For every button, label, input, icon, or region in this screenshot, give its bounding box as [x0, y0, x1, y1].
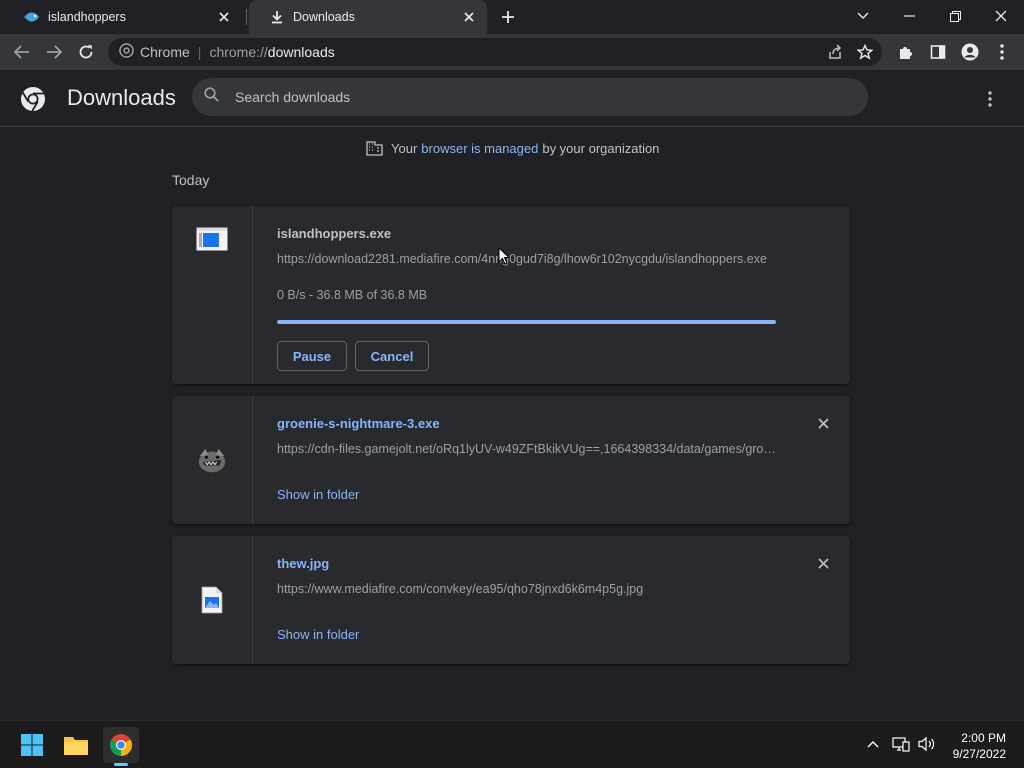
tab-separator — [246, 9, 247, 25]
download-item: islandhoppers.exe https://download2281.m… — [172, 206, 850, 384]
tab-strip: islandhoppers Downloads — [0, 0, 1024, 34]
origin-chip: Chrome — [140, 44, 190, 60]
url-host: downloads — [267, 44, 335, 60]
tab-islandhoppers[interactable]: islandhoppers — [4, 0, 242, 34]
network-icon[interactable] — [890, 733, 912, 755]
extensions-button[interactable] — [894, 40, 918, 64]
tab-title: Downloads — [293, 10, 355, 24]
restore-button[interactable] — [932, 0, 978, 32]
more-vert-icon — [988, 91, 992, 107]
image-file-icon — [196, 584, 228, 616]
side-panel-button[interactable] — [926, 40, 950, 64]
arrow-right-icon — [47, 45, 62, 59]
bookmark-star-icon[interactable] — [854, 41, 876, 63]
show-hidden-icons-button[interactable] — [862, 733, 884, 755]
remove-button[interactable] — [814, 414, 832, 432]
toolbar: Chrome | chrome:// downloads — [0, 34, 1024, 70]
windows-logo-icon — [21, 734, 43, 756]
system-clock[interactable]: 2:00 PM 9/27/2022 — [953, 730, 1006, 762]
close-icon — [817, 417, 829, 429]
cancel-button[interactable]: Cancel — [355, 341, 429, 371]
file-url[interactable]: https://cdn-files.gamejolt.net/oRq1lyUV-… — [277, 442, 777, 456]
search-input[interactable] — [233, 88, 837, 106]
file-name: islandhoppers.exe — [277, 226, 392, 241]
downloads-header: Downloads — [0, 70, 1024, 127]
chrome-icon — [119, 43, 134, 61]
file-name-link[interactable]: thew.jpg — [277, 556, 329, 571]
remove-button[interactable] — [814, 554, 832, 572]
managed-notice: Your browser is managed by your organiza… — [366, 140, 659, 156]
new-tab-button[interactable] — [498, 7, 518, 27]
pause-button[interactable]: Pause — [277, 341, 347, 371]
minimize-icon — [903, 15, 915, 17]
forward-button[interactable] — [42, 40, 66, 64]
chrome-taskbar-button[interactable] — [103, 727, 139, 763]
clock-date: 9/27/2022 — [952, 747, 1006, 761]
active-app-indicator — [114, 763, 128, 766]
minimize-button[interactable] — [886, 0, 932, 32]
date-heading: Today — [172, 172, 210, 188]
close-icon — [995, 10, 1007, 22]
file-name-link[interactable]: groenie-s-nightmare-3.exe — [277, 416, 440, 431]
file-url[interactable]: https://www.mediafire.com/convkey/ea95/q… — [277, 582, 777, 596]
plus-icon — [502, 11, 514, 23]
file-explorer-button[interactable] — [58, 727, 94, 763]
taskbar: 2:00 PM 9/27/2022 — [0, 720, 1024, 768]
download-progress-bar — [277, 320, 776, 324]
page-title: Downloads — [67, 85, 176, 110]
download-item: thew.jpg https://www.mediafire.com/convk… — [172, 536, 850, 664]
more-vert-icon — [1000, 44, 1004, 60]
reload-button[interactable] — [74, 40, 98, 64]
download-status: 0 B/s - 36.8 MB of 36.8 MB — [277, 288, 428, 302]
chrome-logo-icon — [20, 86, 46, 112]
more-actions-button[interactable] — [980, 88, 1000, 110]
search-icon — [204, 87, 219, 107]
clock-time: 2:00 PM — [961, 731, 1006, 745]
url-scheme: chrome:// — [209, 44, 268, 60]
browser-managed-link[interactable]: browser is managed — [421, 141, 538, 156]
folder-icon — [64, 737, 88, 755]
progress-fill — [277, 320, 776, 324]
restore-icon — [949, 10, 961, 22]
show-in-folder-link[interactable]: Show in folder — [277, 627, 359, 642]
profile-button[interactable] — [958, 40, 982, 64]
close-window-button[interactable] — [978, 0, 1024, 32]
download-icon — [269, 9, 285, 25]
tab-title: islandhoppers — [48, 10, 126, 24]
managed-text-before: Your — [391, 140, 418, 156]
volume-icon[interactable] — [916, 733, 938, 755]
building-icon — [366, 140, 383, 156]
address-bar[interactable]: Chrome | chrome:// downloads — [108, 38, 882, 66]
chevron-up-icon — [867, 741, 879, 748]
show-in-folder-link[interactable]: Show in folder — [277, 487, 359, 502]
file-url[interactable]: https://download2281.mediafire.com/4nng0… — [277, 252, 777, 266]
puzzle-icon — [900, 47, 912, 59]
tab-downloads[interactable]: Downloads — [249, 0, 487, 34]
avatar-icon — [961, 43, 979, 61]
share-icon[interactable] — [824, 41, 846, 63]
start-button[interactable] — [14, 727, 50, 763]
separator: | — [197, 44, 202, 60]
managed-text-after: by your organization — [542, 140, 660, 156]
exe-file-icon — [196, 223, 228, 255]
download-item: groenie-s-nightmare-3.exe https://cdn-fi… — [172, 396, 850, 524]
close-icon[interactable] — [216, 9, 232, 25]
close-icon[interactable] — [461, 9, 477, 25]
search-box[interactable] — [192, 78, 868, 116]
arrow-left-icon — [14, 45, 29, 59]
fish-icon — [24, 9, 40, 25]
creature-icon — [196, 444, 228, 476]
chrome-icon — [110, 734, 132, 756]
chevron-down-icon — [857, 12, 869, 19]
back-button[interactable] — [10, 40, 34, 64]
side-panel-icon — [930, 45, 946, 59]
tab-search-button[interactable] — [840, 0, 886, 32]
reload-icon — [79, 45, 93, 59]
chrome-menu-button[interactable] — [990, 40, 1014, 64]
close-icon — [817, 557, 829, 569]
mouse-cursor-icon — [498, 246, 511, 265]
